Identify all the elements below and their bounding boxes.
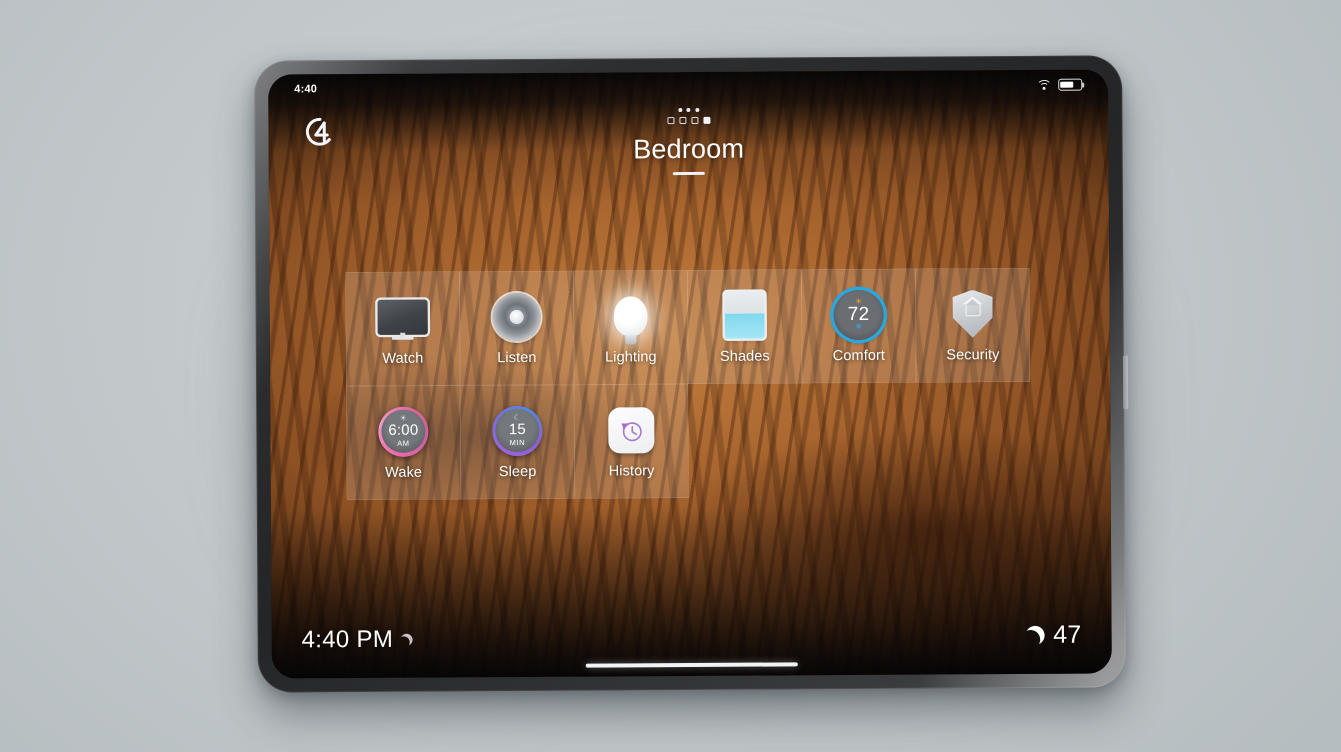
tile-lighting[interactable]: Lighting [573, 270, 689, 385]
page-title-underline [672, 171, 705, 175]
app-grid: Watch Listen Lighting Shades ☀ 72 ❄ Comf… [345, 267, 1031, 501]
tile-shades[interactable]: Shades [687, 269, 803, 385]
tile-label: Comfort [832, 347, 886, 364]
wake-meridiem: AM [397, 438, 410, 448]
wake-time: 6:00 [388, 422, 419, 440]
tile-watch[interactable]: Watch [345, 271, 461, 387]
bottom-clock[interactable]: 4:40 PM [302, 625, 414, 654]
outdoor-temperature: 47 [1053, 620, 1082, 649]
tile-label: Sleep [498, 463, 537, 480]
television-icon [376, 291, 428, 343]
tile-label: Lighting [605, 348, 657, 366]
window-shade-icon [718, 289, 770, 341]
tile-label: Listen [497, 349, 537, 366]
status-bar-indicators [1036, 78, 1083, 95]
moon-icon [1023, 623, 1047, 647]
page-square-4-active[interactable] [702, 116, 710, 124]
tile-listen[interactable]: Listen [459, 270, 575, 386]
tile-security[interactable]: Security [915, 267, 1031, 383]
more-dots-icon[interactable] [677, 107, 699, 113]
tile-label: Wake [385, 464, 423, 481]
snowflake-icon: ❄ [855, 321, 863, 331]
clock-time: 4:40 PM [301, 625, 394, 653]
page-square-1[interactable] [666, 117, 674, 125]
sleep-dial-icon: ☾ 15 MIN [491, 404, 543, 456]
status-bar-time: 4:40 [294, 83, 318, 96]
tile-wake[interactable]: ☀ 6:00 AM Wake [346, 385, 461, 501]
power-button[interactable] [1122, 355, 1129, 410]
page-square-2[interactable] [678, 117, 686, 125]
weather-widget[interactable]: 47 [1025, 621, 1082, 650]
status-bar: 4:40 [268, 69, 1108, 104]
tile-label: Security [946, 346, 1000, 363]
tile-sleep[interactable]: ☾ 15 MIN Sleep [460, 384, 575, 500]
page-squares[interactable] [666, 116, 710, 125]
tablet-device: 4:40 Bedroom Watch Listen Lighting Shade… [254, 55, 1129, 693]
sleep-value: 15 [508, 421, 526, 439]
bottom-bar: 4:40 PM 47 [272, 620, 1112, 654]
speaker-icon [490, 290, 542, 342]
wake-dial-icon: ☀ 6:00 AM [377, 405, 429, 457]
tile-label: Watch [382, 350, 424, 367]
tile-history[interactable]: History [574, 384, 689, 499]
tile-label: History [608, 462, 655, 479]
clock-history-icon [605, 404, 657, 456]
tile-label: Shades [719, 348, 770, 365]
battery-icon [1058, 78, 1083, 91]
page-title[interactable]: Bedroom [269, 131, 1109, 167]
page-square-3[interactable] [690, 116, 698, 124]
sleep-unit: MIN [509, 438, 526, 448]
moon-icon [400, 632, 415, 647]
wifi-icon [1036, 79, 1052, 95]
thermostat-icon: ☀ 72 ❄ [832, 288, 884, 340]
tablet-screen: 4:40 Bedroom Watch Listen Lighting Shade… [268, 69, 1112, 679]
lightbulb-icon [604, 290, 656, 342]
tile-comfort[interactable]: ☀ 72 ❄ Comfort [801, 268, 917, 384]
shield-home-icon [946, 288, 998, 340]
